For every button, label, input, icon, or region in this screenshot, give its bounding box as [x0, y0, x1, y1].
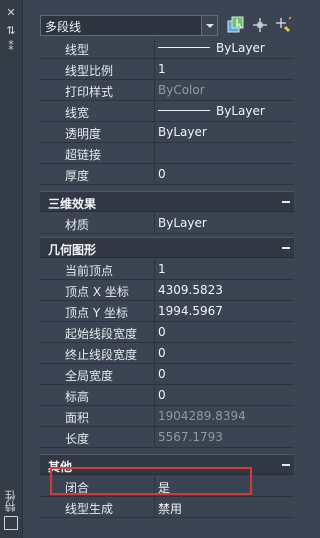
property-row-lineweight[interactable]: 线宽 ByLayer [40, 101, 294, 122]
object-type-value: 多段线 [45, 20, 82, 34]
property-label: 标高 [65, 390, 90, 404]
property-label: 顶点 X 坐标 [65, 285, 129, 299]
property-row-linetype-scale[interactable]: 线型比例 1 [40, 59, 294, 80]
property-row-plot-style[interactable]: 打印样式 ByColor [40, 80, 294, 101]
properties-grid: 线型 ByLayer 线型比例 1 打印样式 ByColor 线宽 ByLaye… [40, 38, 294, 538]
property-value: ByLayer [158, 216, 207, 230]
property-label: 顶点 Y 坐标 [65, 306, 128, 320]
property-row-length[interactable]: 长度 5567.1793 [40, 427, 294, 448]
collapse-icon[interactable] [282, 201, 290, 203]
property-label: 线型比例 [65, 64, 114, 78]
property-row-global-width[interactable]: 全局宽度 0 [40, 364, 294, 385]
column-divider [154, 427, 155, 447]
property-row-start-width[interactable]: 起始线段宽度 0 [40, 322, 294, 343]
section-header-3d-effects[interactable]: 三维效果 [40, 191, 294, 212]
column-divider [154, 38, 155, 58]
property-label: 线宽 [65, 106, 90, 120]
column-divider [154, 80, 155, 100]
column-divider [154, 143, 155, 163]
property-label: 长度 [65, 432, 90, 446]
property-value: 禁用 [158, 502, 183, 516]
property-value: 1904289.8394 [158, 409, 246, 423]
column-divider [154, 322, 155, 342]
property-row-end-width[interactable]: 终止线段宽度 0 [40, 343, 294, 364]
property-label: 当前顶点 [65, 264, 114, 278]
property-value: 0 [158, 325, 166, 339]
section-header-geometry[interactable]: 几何图形 [40, 237, 294, 258]
collapse-icon[interactable] [282, 247, 290, 249]
column-divider [154, 385, 155, 405]
column-divider [154, 364, 155, 384]
property-value: 1 [158, 62, 166, 76]
column-divider [154, 343, 155, 363]
column-divider [154, 164, 155, 184]
column-divider [154, 213, 155, 233]
column-divider [154, 497, 155, 517]
highlight-annotation [50, 467, 252, 495]
property-value: 0 [158, 388, 166, 402]
property-row-vertex-x[interactable]: 顶点 X 坐标 4309.5823 [40, 280, 294, 301]
property-row-hyperlink[interactable]: 超链接 [40, 143, 294, 164]
pickadd-icon[interactable] [250, 15, 270, 35]
quick-select-icon[interactable] [273, 15, 293, 35]
linetype-value: ByLayer [216, 41, 265, 55]
lineweight-sample [158, 110, 210, 111]
property-value: 1994.5967 [158, 304, 223, 318]
property-row-thickness[interactable]: 厚度 0 [40, 164, 294, 185]
property-label: 面积 [65, 411, 90, 425]
property-row-current-vertex[interactable]: 当前顶点 1 [40, 259, 294, 280]
column-divider [154, 406, 155, 426]
column-divider [154, 280, 155, 300]
properties-menu-icon[interactable]: ⁑ [4, 40, 18, 54]
property-row-vertex-y[interactable]: 顶点 Y 坐标 1994.5967 [40, 301, 294, 322]
property-value: 1 [158, 262, 166, 276]
property-value: 0 [158, 346, 166, 360]
property-label: 超链接 [65, 148, 102, 162]
property-value: 0 [158, 167, 166, 181]
property-value: 4309.5823 [158, 283, 223, 297]
linetype-sample [158, 47, 210, 48]
autohide-icon[interactable]: ⇅ [4, 24, 18, 38]
chevron-down-icon[interactable] [201, 16, 217, 35]
property-value [158, 146, 292, 163]
property-label: 材质 [65, 218, 90, 232]
column-divider [154, 259, 155, 279]
close-icon[interactable]: ✕ [4, 6, 18, 20]
select-objects-icon[interactable] [226, 15, 246, 35]
palette-side-strip: ✕ ⇅ ⁑ 特性 [0, 0, 23, 538]
property-label: 终止线段宽度 [65, 348, 138, 362]
property-value: 0 [158, 367, 166, 381]
property-value: ByLayer [158, 104, 292, 121]
property-label: 打印样式 [65, 85, 114, 99]
property-label: 透明度 [65, 127, 102, 141]
property-value: 5567.1793 [158, 430, 223, 444]
property-row-elevation[interactable]: 标高 0 [40, 385, 294, 406]
column-divider [154, 101, 155, 121]
section-title: 三维效果 [48, 197, 97, 211]
object-type-dropdown[interactable]: 多段线 [40, 15, 218, 36]
lineweight-value: ByLayer [216, 104, 265, 118]
property-label: 厚度 [65, 169, 90, 183]
property-row-linetype-generation[interactable]: 线型生成 禁用 [40, 497, 294, 518]
palette-toolbar: 多段线 [22, 0, 292, 36]
properties-palette: 多段线 线型 ByLayer 线型比例 1 打印样式 ByColor 线宽 By… [22, 0, 294, 538]
property-value: ByColor [158, 83, 205, 97]
property-value: ByLayer [158, 41, 292, 58]
collapse-icon[interactable] [282, 464, 290, 466]
property-row-transparency[interactable]: 透明度 ByLayer [40, 122, 294, 143]
column-divider [154, 122, 155, 142]
property-value: ByLayer [158, 125, 207, 139]
palette-dock-icon[interactable] [4, 516, 18, 530]
column-divider [154, 301, 155, 321]
property-row-material[interactable]: 材质 ByLayer [40, 213, 294, 234]
palette-title: 特性 [4, 490, 17, 512]
property-label: 全局宽度 [65, 369, 114, 383]
section-title: 几何图形 [48, 243, 97, 257]
property-label: 起始线段宽度 [65, 327, 138, 341]
property-label: 线型生成 [65, 502, 114, 516]
column-divider [154, 59, 155, 79]
property-row-linetype[interactable]: 线型 ByLayer [40, 38, 294, 59]
property-row-area[interactable]: 面积 1904289.8394 [40, 406, 294, 427]
property-label: 线型 [65, 43, 90, 57]
